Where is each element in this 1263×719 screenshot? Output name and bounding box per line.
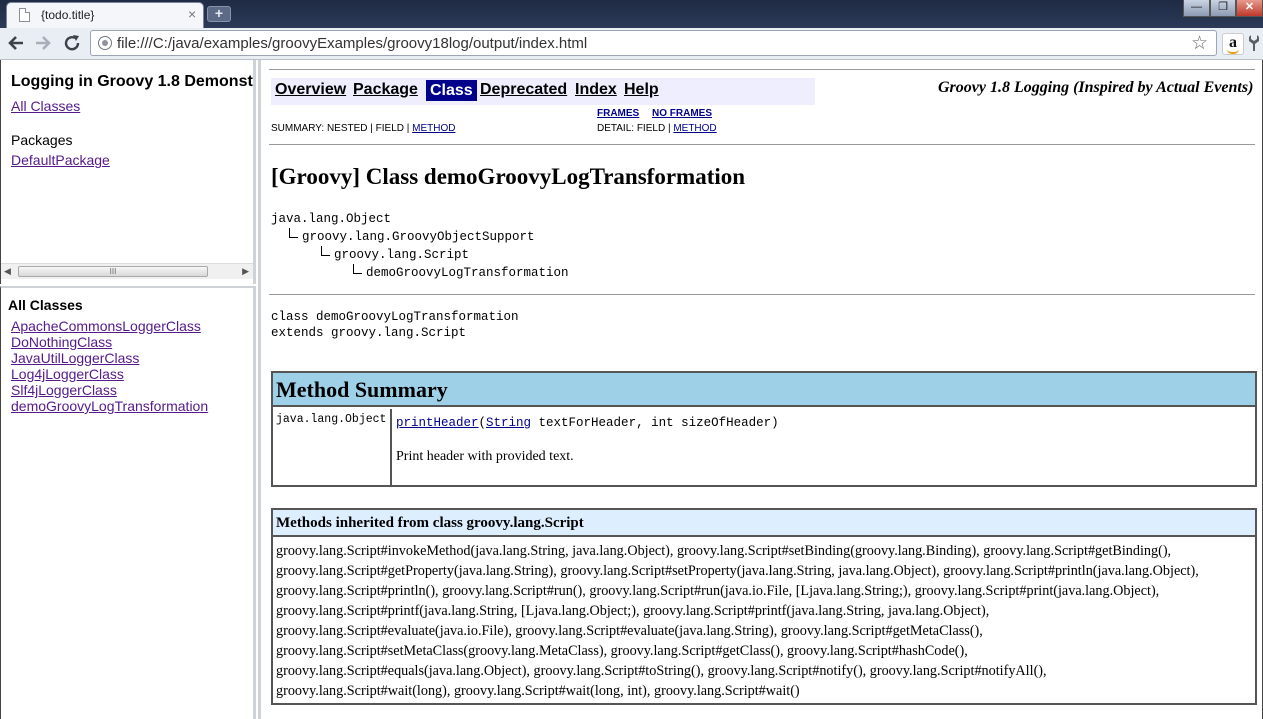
tree-connector xyxy=(289,228,298,238)
window-close-button[interactable]: ✕ xyxy=(1236,0,1263,17)
class-link-demogroovylogtransformation[interactable]: demoGroovyLogTransformation xyxy=(11,398,208,414)
return-type-cell: java.lang.Object xyxy=(273,409,392,485)
scroll-right-icon[interactable]: ▶ xyxy=(242,266,249,277)
all-classes-link[interactable]: All Classes xyxy=(11,98,80,114)
inherited-methods-line: groovy.lang.Script#printf(java.lang.Stri… xyxy=(276,603,990,619)
nav-help[interactable]: Help xyxy=(624,81,659,99)
inherited-methods-list: groovy.lang.Script#invokeMethod(java.lan… xyxy=(276,541,1256,701)
amazon-extension-icon[interactable]: a xyxy=(1222,33,1244,55)
summary-nav: SUMMARY: NESTED | FIELD | METHOD xyxy=(271,123,456,134)
nav-deprecated[interactable]: Deprecated xyxy=(480,81,567,99)
all-classes-heading: All Classes xyxy=(8,297,83,313)
return-type: java.lang.Object xyxy=(276,413,387,426)
minimize-button[interactable]: — xyxy=(1183,0,1210,17)
inherited-methods-line: groovy.lang.Script#wait(long), groovy.la… xyxy=(276,683,800,699)
method-summary-table: Method Summary java.lang.Object printHea… xyxy=(271,371,1257,487)
method-signature: printHeader(String textForHeader, int si… xyxy=(396,416,779,430)
inherited-methods-line: groovy.lang.Script#invokeMethod(java.lan… xyxy=(276,543,1172,559)
doc-title: Logging in Groovy 1.8 Demonstration xyxy=(11,73,253,90)
package-link-defaultpackage[interactable]: DefaultPackage xyxy=(11,152,110,168)
hierarchy-class: demoGroovyLogTransformation xyxy=(366,266,569,280)
hierarchy-object: java.lang.Object xyxy=(271,212,392,226)
class-link-apachecommonsloggerclass[interactable]: ApacheCommonsLoggerClass xyxy=(11,318,208,334)
signature-open-paren: ( xyxy=(478,416,487,430)
hierarchy-script: groovy.lang.Script xyxy=(334,248,470,262)
class-link-slf4jloggerclass[interactable]: Slf4jLoggerClass xyxy=(11,382,208,398)
inherited-methods-line: groovy.lang.Script#evaluate(java.io.File… xyxy=(276,623,983,639)
close-icon[interactable]: × xyxy=(188,6,196,22)
inherited-methods-line: groovy.lang.Script#equals(java.lang.Obje… xyxy=(276,663,1047,679)
nav-divider xyxy=(269,144,1255,145)
method-summary-heading: Method Summary xyxy=(273,373,1255,407)
nav-overview[interactable]: Overview xyxy=(275,81,346,99)
tree-connector xyxy=(321,246,330,256)
star-icon[interactable]: ☆ xyxy=(1191,32,1208,55)
detail-method-link[interactable]: METHOD xyxy=(673,123,716,134)
frames-link[interactable]: FRAMES xyxy=(597,108,639,119)
scroll-left-icon[interactable]: ◀ xyxy=(4,266,11,277)
packages-label: Packages xyxy=(11,132,73,148)
class-declaration: class demoGroovyLogTransformation xyxy=(271,310,519,324)
detail-label: DETAIL: FIELD | xyxy=(597,123,671,134)
forward-arrow-icon[interactable] xyxy=(32,32,54,54)
url-text[interactable]: file:///C:/java/examples/groovyExamples/… xyxy=(117,35,587,52)
browser-toolbar: file:///C:/java/examples/groovyExamples/… xyxy=(0,28,1263,60)
class-list: ApacheCommonsLoggerClass DoNothingClass … xyxy=(11,318,208,414)
inherited-methods-line: groovy.lang.Script#println(), groovy.lan… xyxy=(276,583,1160,599)
horizontal-scrollbar[interactable]: ◀ III ▶ xyxy=(1,263,253,279)
tab-title: {todo.title} xyxy=(41,8,95,22)
summary-method-link[interactable]: METHOD xyxy=(412,123,455,134)
param-type-link-string[interactable]: String xyxy=(486,416,531,430)
doc-header-title: Groovy 1.8 Logging (Inspired by Actual E… xyxy=(938,79,1254,96)
inherited-methods-line: groovy.lang.Script#getProperty(java.lang… xyxy=(276,563,1199,579)
nav-index[interactable]: Index xyxy=(575,81,617,99)
detail-nav: DETAIL: FIELD | METHOD xyxy=(597,123,717,134)
method-link-printheader[interactable]: printHeader xyxy=(396,416,479,430)
nav-class-current: Class xyxy=(426,80,477,101)
class-link-javautilloggerclass[interactable]: JavaUtilLoggerClass xyxy=(11,350,208,366)
class-link-donothingclass[interactable]: DoNothingClass xyxy=(11,334,208,350)
title-bar: {todo.title} × + — ❐ ✕ xyxy=(0,0,1263,28)
method-description: Print header with provided text. xyxy=(396,449,574,464)
class-extends: extends groovy.lang.Script xyxy=(271,326,467,340)
new-tab-button[interactable]: + xyxy=(207,6,231,22)
class-link-log4jloggerclass[interactable]: Log4jLoggerClass xyxy=(11,366,208,382)
nav-package[interactable]: Package xyxy=(353,81,418,99)
hierarchy-groovyobjectsupport: groovy.lang.GroovyObjectSupport xyxy=(302,230,535,244)
browser-tab[interactable]: {todo.title} × xyxy=(6,2,204,28)
address-bar[interactable]: file:///C:/java/examples/groovyExamples/… xyxy=(90,30,1217,56)
scroll-thumb[interactable]: III xyxy=(18,266,208,277)
inherited-methods-table: Methods inherited from class groovy.lang… xyxy=(271,508,1257,705)
wrench-icon[interactable] xyxy=(1248,34,1260,56)
tree-connector xyxy=(353,264,362,274)
inherited-methods-line: groovy.lang.Script#setMetaClass(groovy.l… xyxy=(276,643,968,659)
back-arrow-icon[interactable] xyxy=(5,32,27,54)
maximize-button[interactable]: ❐ xyxy=(1210,0,1236,17)
hierarchy-divider xyxy=(269,294,1255,295)
summary-label: SUMMARY: NESTED | FIELD | xyxy=(271,123,410,134)
no-frames-link[interactable]: NO FRAMES xyxy=(652,108,712,119)
method-params: textForHeader, int sizeOfHeader) xyxy=(531,416,779,430)
class-list-frame: All Classes ApacheCommonsLoggerClass DoN… xyxy=(0,286,256,719)
page-icon xyxy=(19,8,30,22)
class-doc-frame: Overview Package Class Deprecated Index … xyxy=(258,60,1263,719)
page-info-icon[interactable] xyxy=(98,36,112,50)
doc-nav-bar: Overview Package Class Deprecated Index … xyxy=(271,78,815,105)
inherited-methods-heading: Methods inherited from class groovy.lang… xyxy=(273,510,1255,537)
package-frame: Logging in Groovy 1.8 Demonstration All … xyxy=(0,60,256,284)
class-title: [Groovy] Class demoGroovyLogTransformati… xyxy=(271,164,746,189)
reload-icon[interactable] xyxy=(61,32,83,54)
top-divider xyxy=(269,69,1255,70)
